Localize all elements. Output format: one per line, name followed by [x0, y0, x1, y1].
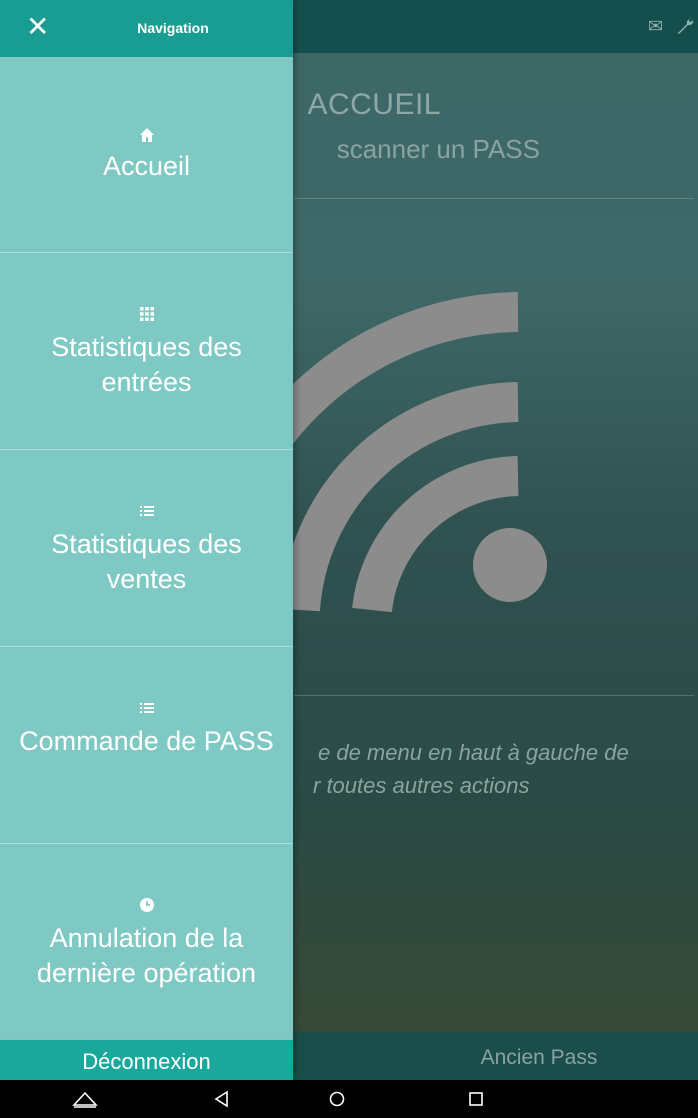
- ancien-pass-button[interactable]: Ancien Pass: [294, 1046, 698, 1070]
- divider: [294, 695, 694, 696]
- nav-item-label: Statistiques des ventes: [51, 529, 242, 594]
- logout-button[interactable]: Déconnexion: [0, 1040, 293, 1080]
- nav-item-statistiques-entrees[interactable]: Statistiques des entrées: [0, 253, 293, 450]
- home-icon: [0, 127, 293, 143]
- list-icon: [0, 700, 293, 716]
- nav-item-label: Statistiques des entrées: [51, 332, 242, 397]
- list-icon: [0, 503, 293, 519]
- nav-item-label: Annulation de la dernière opération: [36, 923, 257, 988]
- nav-item-accueil[interactable]: Accueil: [0, 57, 293, 253]
- drawer-header: ✕ Navigation: [0, 0, 293, 57]
- bottom-bar: Ancien Pass: [294, 1032, 698, 1080]
- home-circle-icon[interactable]: [327, 1089, 351, 1109]
- system-nav-bar: [0, 1080, 698, 1118]
- home-up-icon[interactable]: [72, 1089, 98, 1109]
- wrench-icon[interactable]: [676, 17, 694, 38]
- mail-icon[interactable]: ✉: [648, 17, 663, 35]
- grid-icon: [0, 306, 293, 322]
- divider: [294, 198, 694, 199]
- recents-icon[interactable]: [466, 1089, 490, 1109]
- app-screen: ✉ ACCUEIL scanner un PASS e de menu en h…: [0, 0, 698, 1080]
- nav-item-annulation[interactable]: Annulation de la dernière opération: [0, 844, 293, 1032]
- nav-item-label: Accueil: [102, 151, 191, 181]
- nav-item-commande-pass[interactable]: Commande de PASS: [0, 647, 293, 844]
- clock-icon: [0, 897, 293, 913]
- back-icon[interactable]: [212, 1089, 236, 1109]
- nav-item-statistiques-ventes[interactable]: Statistiques des ventes: [0, 450, 293, 647]
- nav-item-label: Commande de PASS: [19, 726, 274, 756]
- navigation-drawer: ✕ Navigation Accueil Statistiques des en…: [0, 0, 293, 1080]
- drawer-title: Navigation: [137, 20, 209, 36]
